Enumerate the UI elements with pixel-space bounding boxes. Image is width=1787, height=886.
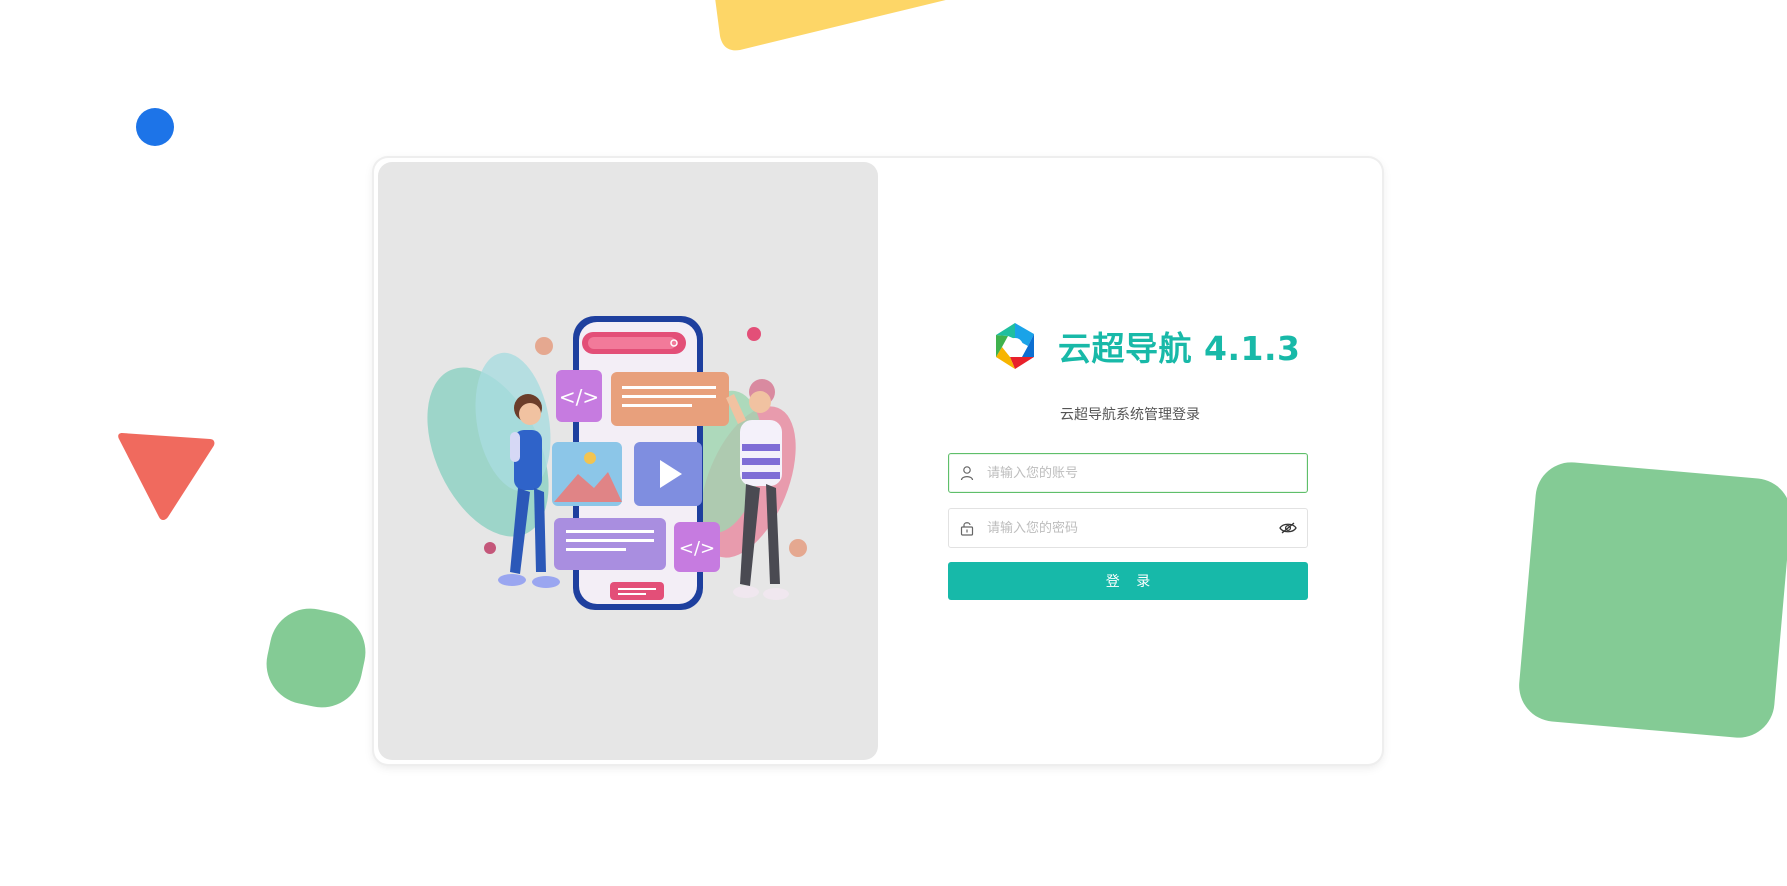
decorative-green-blob bbox=[259, 601, 373, 715]
app-title: 云超导航 4.1.3 bbox=[1058, 329, 1301, 368]
lock-icon bbox=[960, 522, 974, 536]
user-icon bbox=[960, 466, 974, 481]
decorative-red-triangle bbox=[118, 433, 215, 520]
app-building-illustration: </> </> bbox=[427, 316, 807, 610]
svg-text:</>: </> bbox=[559, 385, 599, 409]
decorative-green-square bbox=[1516, 459, 1787, 741]
login-page: </> </> 云超导航 4.1.3 云超导航系统管理登录 请输入您的账号 登 … bbox=[0, 0, 1787, 886]
login-subtitle: 云超导航系统管理登录 bbox=[1060, 407, 1200, 423]
decorative-yellow-shape bbox=[700, 0, 990, 100]
password-input[interactable] bbox=[985, 512, 1279, 544]
login-form-panel: 云超导航 4.1.3 云超导航系统管理登录 请输入您的账号 登 录 bbox=[878, 158, 1382, 764]
illustration-panel: </> </> bbox=[378, 162, 878, 760]
brand-logo-icon bbox=[996, 323, 1034, 369]
eye-off-icon[interactable] bbox=[1279, 521, 1297, 535]
login-card: </> </> 云超导航 4.1.3 云超导航系统管理登录 请输入您的账号 登 … bbox=[374, 158, 1382, 764]
password-field[interactable] bbox=[948, 508, 1308, 548]
username-field[interactable] bbox=[948, 453, 1308, 493]
login-button[interactable]: 登 录 bbox=[948, 562, 1308, 600]
brand-header: 云超导航 4.1.3 bbox=[988, 320, 1300, 372]
svg-text:</>: </> bbox=[679, 538, 715, 559]
username-input[interactable] bbox=[985, 457, 1307, 489]
decorative-blue-dot bbox=[136, 108, 174, 146]
